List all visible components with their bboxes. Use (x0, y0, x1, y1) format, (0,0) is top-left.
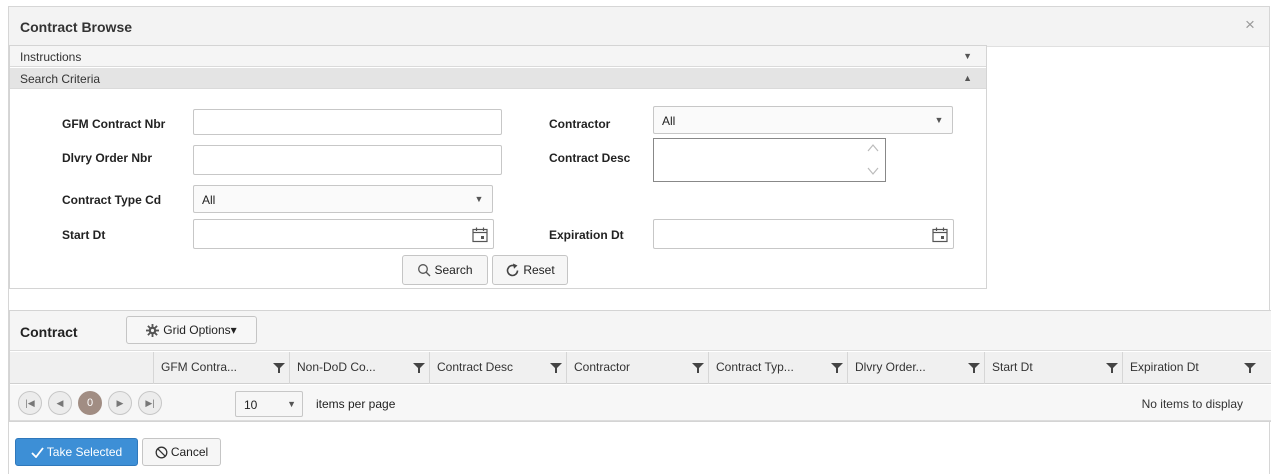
contractor-dropdown[interactable]: All ▼ (653, 106, 953, 134)
prev-page-icon[interactable]: ◀ (48, 391, 72, 415)
instructions-header[interactable]: Instructions ▼ (10, 46, 986, 67)
column-header-contract-type[interactable]: Contract Typ... (708, 352, 847, 384)
scroll-down-icon[interactable] (867, 166, 879, 176)
cancel-button[interactable]: Cancel (142, 438, 221, 466)
contractor-label: Contractor (549, 117, 611, 131)
search-button[interactable]: Search (402, 255, 488, 285)
search-criteria-label: Search Criteria (20, 72, 101, 86)
gfm-contract-nbr-input[interactable] (193, 109, 502, 135)
instructions-label: Instructions (20, 50, 82, 64)
column-header-label: Dlvry Order... (855, 360, 926, 374)
reset-button-label: Reset (523, 263, 555, 277)
column-header-label: Contract Desc (437, 360, 514, 374)
contract-type-cd-dropdown[interactable]: All ▼ (193, 185, 493, 213)
column-header-expiration-dt[interactable]: Expiration Dt (1122, 352, 1260, 384)
page-size-dropdown[interactable]: 10 ▼ (235, 391, 303, 417)
expiration-dt-label: Expiration Dt (549, 228, 624, 242)
column-header-label: GFM Contra... (161, 360, 238, 374)
column-header-dlvry-order[interactable]: Dlvry Order... (847, 352, 984, 384)
filter-icon[interactable] (831, 362, 843, 374)
filter-icon[interactable] (1244, 362, 1256, 374)
page-size-value: 10 (244, 398, 258, 412)
grid-pager: |◀ ◀ 0 ▶ ▶| 10 ▼ items per page No items… (10, 385, 1271, 421)
grid-toolbar: Contract Grid Options▾ (10, 311, 1271, 351)
reset-icon (507, 263, 519, 276)
items-per-page-label: items per page (316, 397, 396, 411)
filter-icon[interactable] (413, 362, 425, 374)
calendar-icon[interactable] (471, 226, 489, 244)
contract-type-cd-label: Contract Type Cd (62, 193, 162, 207)
start-dt-picker[interactable] (193, 219, 494, 249)
grid-options-button[interactable]: Grid Options▾ (126, 316, 257, 344)
pager-status: No items to display (1141, 397, 1243, 411)
cancel-label: Cancel (170, 445, 209, 459)
column-header-label: Non-DoD Co... (297, 360, 376, 374)
grid-title: Contract (20, 324, 78, 340)
gfm-contract-nbr-label: GFM Contract Nbr (62, 117, 166, 131)
contract-desc-label: Contract Desc (549, 151, 631, 165)
take-selected-button[interactable]: Take Selected (15, 438, 138, 466)
filter-icon[interactable] (550, 362, 562, 374)
filter-icon[interactable] (968, 362, 980, 374)
column-header-gfm-contract[interactable]: GFM Contra... (153, 352, 289, 384)
chevron-down-icon: ▼ (287, 399, 296, 409)
checkmark-icon (31, 446, 44, 458)
cancel-icon (155, 446, 168, 458)
column-header-label: Contract Typ... (716, 360, 794, 374)
grid-options-label: Grid Options▾ (163, 323, 237, 337)
contract-desc-textarea[interactable] (653, 138, 886, 182)
calendar-icon[interactable] (931, 226, 949, 244)
column-header-label: Start Dt (992, 360, 1033, 374)
contract-grid: Contract Grid Options▾ GFM Contra... Non… (9, 310, 1271, 422)
filter-icon[interactable] (692, 362, 704, 374)
dialog-title: Contract Browse (20, 19, 133, 35)
collapse-arrow-icon: ▲ (963, 73, 972, 83)
column-header-contractor[interactable]: Contractor (566, 352, 708, 384)
dlvry-order-nbr-input[interactable] (193, 145, 502, 175)
first-page-icon[interactable]: |◀ (18, 391, 42, 415)
last-page-icon[interactable]: ▶| (138, 391, 162, 415)
dialog-titlebar: Contract Browse × (9, 7, 1269, 47)
close-icon[interactable]: × (1241, 16, 1259, 34)
column-header-start-dt[interactable]: Start Dt (984, 352, 1122, 384)
scroll-up-icon[interactable] (867, 143, 879, 153)
column-header-contract-desc[interactable]: Contract Desc (429, 352, 566, 384)
contract-type-cd-value: All (202, 193, 216, 207)
dlvry-order-nbr-label: Dlvry Order Nbr (62, 151, 153, 165)
chevron-down-icon: ▼ (934, 115, 944, 125)
expand-arrow-icon: ▼ (963, 51, 972, 61)
start-dt-label: Start Dt (62, 228, 106, 242)
filter-icon[interactable] (273, 362, 285, 374)
grid-header: GFM Contra... Non-DoD Co... Contract Des… (10, 352, 1271, 384)
take-selected-label: Take Selected (46, 445, 123, 459)
contractor-value: All (662, 114, 676, 128)
filter-icon[interactable] (1106, 362, 1118, 374)
reset-button[interactable]: Reset (492, 255, 568, 285)
expiration-dt-picker[interactable] (653, 219, 954, 249)
chevron-down-icon: ▼ (474, 194, 484, 204)
current-page[interactable]: 0 (78, 391, 102, 415)
search-icon (418, 264, 431, 277)
search-panel: Instructions ▼ Search Criteria ▲ GFM Con… (9, 45, 987, 289)
column-header-non-dod-contract[interactable]: Non-DoD Co... (289, 352, 429, 384)
search-criteria-header[interactable]: Search Criteria ▲ (10, 68, 986, 89)
column-header-label: Expiration Dt (1130, 360, 1199, 374)
search-button-label: Search (434, 263, 473, 277)
gear-icon (146, 323, 160, 337)
next-page-icon[interactable]: ▶ (108, 391, 132, 415)
column-header-label: Contractor (574, 360, 631, 374)
